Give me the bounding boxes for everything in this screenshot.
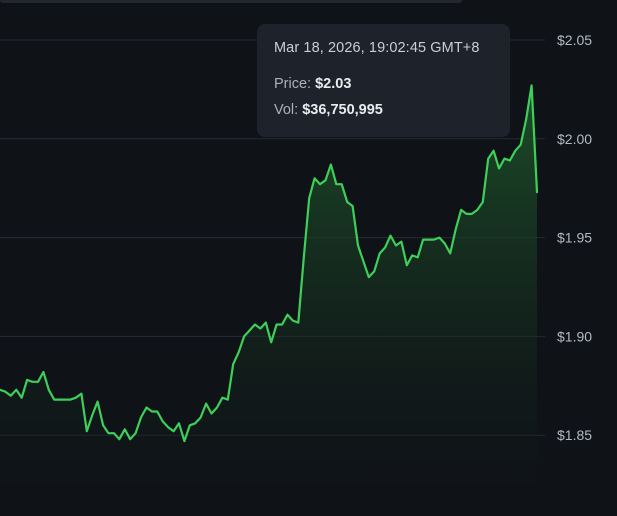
y-axis-ticks: $2.05 $2.00 $1.95 $1.90 $1.85	[557, 32, 592, 443]
tooltip-price-value: $2.03	[315, 76, 352, 92]
hover-tooltip: Mar 18, 2026, 19:02:45 GMT+8 Price: $2.0…	[257, 24, 510, 137]
y-tick-label: $2.00	[557, 131, 592, 147]
area-path	[0, 85, 537, 516]
tooltip-price-row: Price: $2.03	[274, 76, 493, 92]
tooltip-price-label: Price:	[274, 76, 312, 92]
y-tick-label: $1.90	[557, 328, 592, 344]
price-chart[interactable]: $2.05 $2.00 $1.95 $1.90 $1.85 Mar 18, 2026, …	[0, 0, 617, 516]
area-fill	[0, 85, 537, 516]
tooltip-vol-value: $36,750,995	[302, 102, 383, 118]
tooltip-timestamp: Mar 18, 2026, 19:02:45 GMT+8	[274, 40, 480, 56]
y-tick-label: $2.05	[557, 32, 592, 48]
tooltip-vol-row: Vol: $36,750,995	[274, 102, 493, 118]
tooltip-vol-label: Vol:	[274, 102, 299, 118]
y-tick-label: $1.95	[557, 230, 592, 246]
y-tick-label: $1.85	[557, 427, 592, 443]
